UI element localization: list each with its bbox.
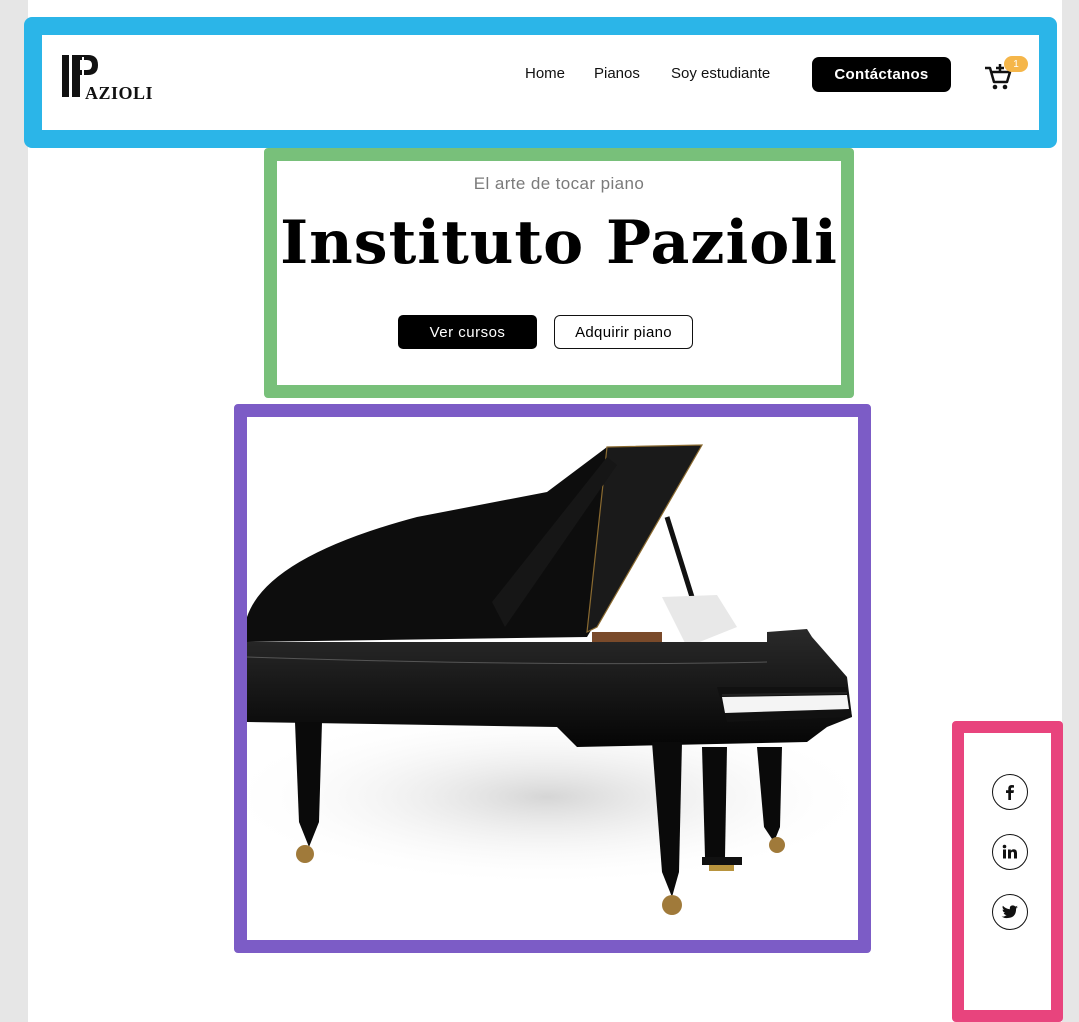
annotation-frame-image	[234, 404, 871, 953]
annotation-frame-header	[24, 17, 1057, 148]
annotation-frame-hero	[264, 148, 854, 398]
annotation-frame-social	[952, 721, 1063, 1022]
